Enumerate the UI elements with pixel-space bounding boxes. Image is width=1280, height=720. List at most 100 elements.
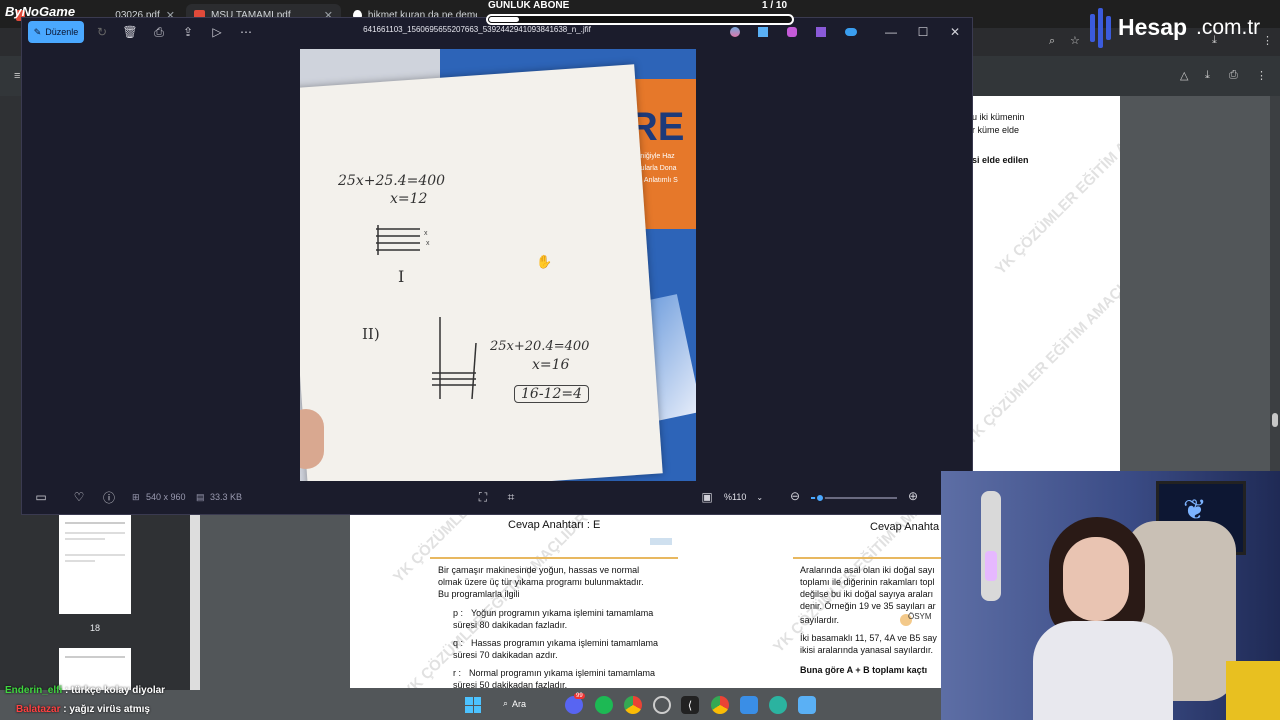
bookmark-star-icon[interactable]: ☆: [1070, 34, 1080, 47]
handwriting: 25x+20.4=400: [490, 339, 590, 354]
premise-text: süresi 50 dakikadan fazladır.: [453, 680, 568, 688]
premise-label: q :: [453, 638, 464, 648]
thumbnail-scrollbar[interactable]: [190, 514, 200, 690]
copilot-icon[interactable]: [730, 27, 740, 37]
question-text: Bir çamaşır makinesinde yoğun, hassas ve…: [438, 565, 640, 575]
answer-key-1: Cevap Anahtarı : E: [508, 519, 601, 531]
stream-brand-logo: ByNoGame: [5, 4, 76, 19]
handwriting-boxed: 16-12=4: [514, 385, 589, 403]
osym-label: ÖSYM: [908, 612, 932, 621]
premise-label: r :: [453, 668, 461, 678]
scrollbar-thumb[interactable]: [1272, 413, 1278, 427]
premise-text: Normal programın yıkama işlemini tamamla…: [469, 668, 656, 678]
more-icon[interactable]: ⋮: [1256, 69, 1267, 82]
premise-text: süresi 80 dakikadan fazladır.: [453, 620, 568, 630]
hand-drawn-diagram-2: [432, 317, 477, 400]
start-windows-icon[interactable]: [465, 697, 481, 713]
info-icon[interactable]: ⓘ: [102, 490, 116, 505]
sponsor-logo-suffix: .com.tr: [1196, 16, 1261, 39]
clipchamp-icon[interactable]: [816, 27, 826, 37]
question-text: toplamı ile diğerinin rakamları topl: [800, 577, 935, 587]
page-thumbnail[interactable]: [59, 514, 131, 614]
print-icon[interactable]: ⎙: [1229, 69, 1238, 82]
roman-numeral: I: [398, 267, 405, 286]
file-size-icon: ▤: [196, 492, 205, 502]
file-size: 33.3 KB: [210, 492, 243, 502]
chat-username: Enderin_elfi: [5, 685, 63, 696]
page-text: r küme elde: [972, 125, 1020, 135]
onedrive-icon[interactable]: [845, 28, 857, 36]
edit-button[interactable]: ✎ Düzenle: [28, 21, 84, 43]
question-text: değilse bu iki doğal sayıya araları: [800, 589, 934, 599]
page-thumbnail[interactable]: [59, 648, 131, 690]
favorite-heart-icon[interactable]: ♡: [72, 490, 86, 504]
menu-icon[interactable]: ≡: [14, 70, 20, 82]
watermark: YK ÇÖZÜMLER EĞİTİM AMAÇLIDIR YK: [972, 239, 1120, 449]
drive-icon[interactable]: △: [1180, 69, 1188, 82]
taskbar-search[interactable]: ⌕ Ara: [503, 698, 526, 709]
zoom-slider-thumb[interactable]: [815, 493, 825, 503]
notification-badge: 99: [574, 693, 585, 699]
share-icon[interactable]: ⇪: [180, 24, 196, 40]
daily-sub-goal-fill: [489, 17, 519, 22]
daily-sub-goal-title: GÜNLÜK ABONE: [488, 0, 570, 11]
question-text: Bu programlarla ilgili: [438, 589, 520, 599]
hand-cursor-icon: ✋: [536, 254, 553, 269]
edge-icon[interactable]: [769, 696, 787, 714]
pdf-download-icon[interactable]: ⤓: [1205, 69, 1210, 82]
designer-icon[interactable]: [758, 27, 768, 37]
zoom-icon[interactable]: ⌕: [1049, 35, 1055, 48]
chat-text: : yağız virüs atmış: [60, 704, 150, 715]
minimize-button[interactable]: —: [884, 24, 898, 40]
zoom-in-icon[interactable]: ⊕: [906, 489, 920, 503]
roman-numeral: II): [362, 325, 380, 343]
premise-text: Yoğun programın yıkama işlemini tamamlam…: [471, 608, 654, 618]
handwriting: x=12: [390, 191, 428, 207]
slideshow-icon[interactable]: ▷: [209, 24, 225, 40]
chat-username: Balatazar: [16, 704, 61, 715]
premise-text: Hassas programın yıkama işlemini tamamla…: [471, 638, 659, 648]
fit-screen-icon[interactable]: ⛶: [476, 490, 490, 504]
premise-label: p :: [453, 608, 464, 618]
handwriting: 25x+25.4=400: [338, 173, 446, 189]
question-text: Buna göre A + B toplamı kaçtı: [800, 665, 928, 675]
zoom-out-icon[interactable]: ⊖: [788, 489, 802, 503]
chrome-icon[interactable]: [624, 696, 642, 714]
search-label: Ara: [512, 698, 527, 709]
crop-icon[interactable]: ⌗: [504, 490, 518, 504]
person-sweater: [1033, 621, 1173, 720]
actual-size-icon[interactable]: ▣: [700, 490, 714, 504]
rotate-icon[interactable]: ↻: [94, 24, 110, 40]
person-face: [1063, 537, 1129, 621]
search-icon: ⌕: [503, 698, 509, 708]
chrome-profile-icon[interactable]: [711, 696, 729, 714]
delete-icon[interactable]: 🗑: [122, 24, 138, 40]
obs-icon[interactable]: [653, 696, 671, 714]
image-dimensions: 540 x 960: [146, 492, 186, 502]
page-text: u iki kümenin: [972, 112, 1025, 122]
edit-label: Düzenle: [45, 27, 79, 37]
photos-icon[interactable]: [740, 696, 758, 714]
svg-text:x: x: [426, 240, 430, 247]
handwriting: x=16: [532, 357, 570, 373]
maximize-button[interactable]: ☐: [916, 24, 930, 40]
image-size-icon: ⊞: [132, 492, 140, 502]
spotify-icon[interactable]: [595, 696, 613, 714]
filmstrip-icon[interactable]: ▭: [34, 490, 48, 504]
close-button[interactable]: ✕: [948, 24, 962, 40]
pdf-scrollbar[interactable]: [1270, 96, 1280, 516]
print-icon[interactable]: ⎙: [151, 24, 167, 40]
zoom-dropdown[interactable]: %110 ⌄: [724, 488, 776, 506]
sponsor-logo: Hesap .com.tr: [1086, 6, 1280, 52]
question-text: denir. Örneğin 19 ve 35 sayıları ar: [800, 601, 936, 611]
question-text: sayılardır.: [800, 615, 840, 625]
hand: [300, 409, 324, 469]
zoom-value: %110: [724, 492, 747, 502]
file-title: 641661103_1560695655207663_5392442941093…: [363, 25, 591, 34]
photos-app-active-icon[interactable]: [798, 696, 816, 714]
capcut-icon[interactable]: ⟨: [681, 696, 699, 714]
question-text: Aralarında asal olan iki doğal sayı: [800, 565, 935, 575]
more-options-icon[interactable]: ⋯: [238, 24, 254, 40]
webcam-feed: ❦: [941, 471, 1280, 720]
paint-icon[interactable]: [787, 27, 797, 37]
